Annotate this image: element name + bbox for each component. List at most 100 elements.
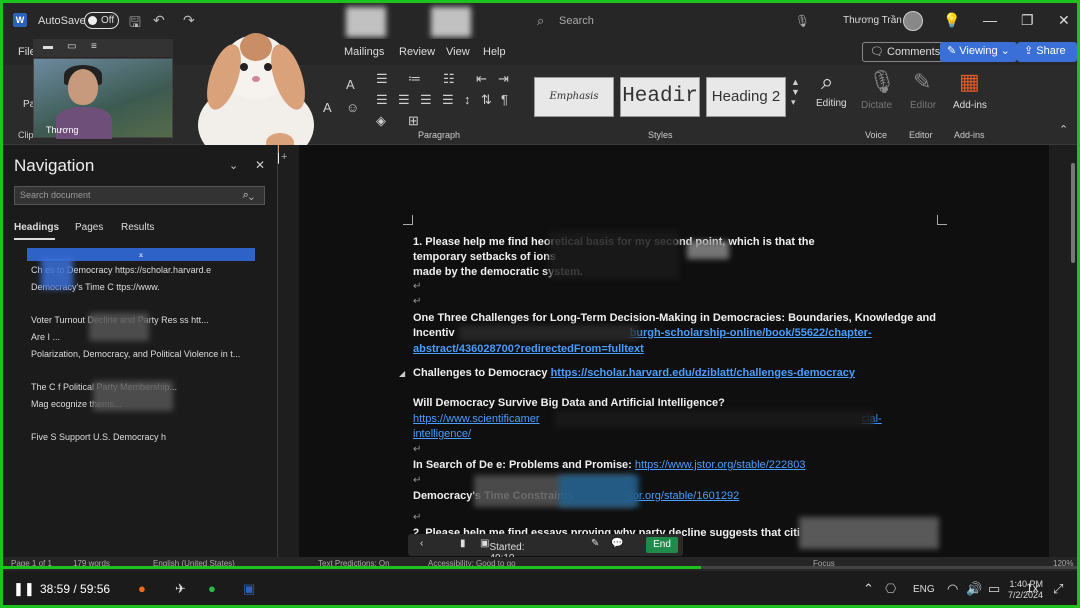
- video-progress-fill: [3, 566, 702, 569]
- video-progress-bar[interactable]: [3, 566, 1077, 569]
- doc-source2-link[interactable]: https://scholar.harvard.edu/dziblatt/cha…: [551, 367, 855, 379]
- comments-button[interactable]: 🗨 Comments: [862, 42, 949, 62]
- doc-source5-link[interactable]: jstor.org/stable/1601292: [622, 490, 739, 502]
- menu-mailings[interactable]: Mailings: [344, 46, 384, 58]
- shading-icon[interactable]: ◈: [376, 113, 386, 129]
- justify-icon[interactable]: ☰: [442, 92, 454, 108]
- align-left-icon[interactable]: ☰: [376, 92, 388, 108]
- dictate-label[interactable]: Dictate: [861, 100, 892, 111]
- close-icon[interactable]: ✕: [1058, 12, 1070, 29]
- device-icon[interactable]: ⎔: [885, 581, 896, 597]
- minimize-icon[interactable]: —: [983, 12, 997, 28]
- user-name[interactable]: Thương Trần: [843, 15, 902, 26]
- editor-pen-icon[interactable]: ✎: [913, 69, 931, 95]
- styles-scroll-icon[interactable]: ▲ ▼ ▾: [791, 77, 800, 108]
- multilevel-icon[interactable]: ☷: [443, 71, 455, 87]
- add-icon[interactable]: +: [281, 151, 287, 163]
- pilcrow-icon[interactable]: ¶: [501, 92, 508, 107]
- doc-source3-link[interactable]: https://www.scientificamer: [413, 413, 540, 425]
- webcam-toolbar: ▬ ▭ ≡: [33, 39, 173, 57]
- word-taskbar-icon[interactable]: ▣: [243, 581, 255, 597]
- menu-view[interactable]: View: [446, 46, 470, 58]
- doc-source4-link[interactable]: https://www.jstor.org/stable/222803: [635, 459, 806, 471]
- menu-icon[interactable]: ≡: [91, 41, 97, 52]
- style-heading-1[interactable]: Headir: [620, 77, 700, 117]
- window-icon[interactable]: ▭: [67, 41, 76, 52]
- addins-grid-icon[interactable]: ▦: [959, 69, 980, 95]
- doc-source1-text: Incentiv: [413, 327, 455, 339]
- collapse-triangle-icon[interactable]: ◢: [399, 369, 405, 378]
- share-button[interactable]: ⇪ Share ⌄: [1017, 42, 1077, 75]
- search-box[interactable]: ⌕ Search 🎙: [529, 10, 814, 32]
- nav-search-placeholder: Search document: [20, 190, 91, 200]
- wechat-icon[interactable]: ●: [208, 581, 216, 596]
- align-right-icon[interactable]: ☰: [420, 92, 432, 108]
- comments-label: Comments: [887, 46, 941, 58]
- find-icon[interactable]: ⌕: [821, 69, 833, 95]
- emoji-icon[interactable]: ☺: [346, 100, 359, 115]
- signal-icon: ▮: [460, 538, 466, 549]
- save-icon[interactable]: 🖫: [129, 12, 141, 36]
- microphone-icon[interactable]: 🎙: [795, 10, 810, 32]
- document-page[interactable]: 1. Please help me find heoretical basis …: [299, 145, 1049, 557]
- nav-search-input[interactable]: Search document ⌕⌄: [14, 186, 265, 205]
- annotate-icon[interactable]: ✎: [591, 538, 599, 549]
- restore-icon[interactable]: ❐: [1021, 12, 1034, 29]
- system-clock[interactable]: 1:40 PM 7/2/2024: [1008, 579, 1043, 601]
- line-spacing-icon[interactable]: ↕: [464, 92, 471, 107]
- editor-label[interactable]: Editor: [910, 100, 936, 111]
- viewing-button[interactable]: ✎ Viewing ⌄: [940, 42, 1017, 62]
- collapse-ribbon-icon[interactable]: ⌃: [1059, 123, 1068, 136]
- paragraph-mark: ↵: [413, 296, 422, 307]
- menu-help[interactable]: Help: [483, 46, 506, 58]
- close-icon[interactable]: ✕: [255, 158, 265, 172]
- addins-label[interactable]: Add-ins: [953, 100, 987, 111]
- increase-indent-icon[interactable]: ⇥: [498, 71, 509, 87]
- numbering-icon[interactable]: ≔: [408, 71, 421, 87]
- input-language[interactable]: ENG: [913, 584, 935, 595]
- scroll-thumb[interactable]: [1071, 163, 1075, 263]
- style-emphasis[interactable]: Emphasis: [534, 77, 614, 117]
- search-icon[interactable]: ⌕⌄: [243, 187, 254, 204]
- avatar[interactable]: [903, 11, 923, 31]
- share-label: Share: [1036, 45, 1066, 57]
- tab-pages[interactable]: Pages: [75, 222, 103, 233]
- decrease-indent-icon[interactable]: ⇤: [476, 71, 487, 87]
- tab-headings[interactable]: Headings: [14, 222, 59, 233]
- sort-icon[interactable]: ⇅: [481, 92, 492, 108]
- doc-source3-link2[interactable]: intelligence/: [413, 428, 471, 440]
- vertical-scrollbar[interactable]: [1071, 153, 1075, 548]
- chevron-left-icon[interactable]: ‹: [420, 538, 423, 549]
- tab-results[interactable]: Results: [121, 222, 154, 233]
- chat-icon[interactable]: 💬: [611, 538, 623, 549]
- bullets-icon[interactable]: ☰: [376, 71, 388, 87]
- end-button[interactable]: End: [646, 537, 678, 553]
- battery-icon[interactable]: ▭: [988, 581, 1000, 597]
- lightbulb-icon[interactable]: 💡: [943, 12, 960, 29]
- fullscreen-icon[interactable]: ⤢: [1053, 581, 1063, 597]
- doc-source1-link[interactable]: burgh-scholarship-online/book/55622/chap…: [630, 327, 872, 339]
- heading-item[interactable]: Five S Support U.S. Democracy h: [31, 432, 256, 442]
- highlight-icon[interactable]: A: [323, 100, 332, 115]
- taskbar: ❚❚ 38:59 / 59:56 ● ✈ ● ▣ ⌃ ⎔ ENG ◠ 🔊 ▭ 1…: [3, 571, 1077, 605]
- borders-icon[interactable]: ⊞: [408, 113, 419, 129]
- minimize-icon[interactable]: ▬: [43, 41, 53, 52]
- firefox-icon[interactable]: ●: [138, 581, 146, 596]
- editing-label[interactable]: Editing: [816, 98, 847, 109]
- chevron-down-icon[interactable]: ⌄: [229, 159, 238, 172]
- autosave-toggle[interactable]: Off: [84, 12, 119, 29]
- heading-item[interactable]: Polarization, Democracy, and Political V…: [31, 349, 256, 359]
- pause-icon[interactable]: ❚❚: [13, 581, 35, 597]
- doc-source1-link-cont[interactable]: abstract/436028700?redirectedFrom=fullte…: [413, 343, 644, 355]
- microphone-icon[interactable]: 🎙: [868, 69, 896, 95]
- volume-icon[interactable]: 🔊: [966, 581, 982, 597]
- wifi-icon[interactable]: ◠: [947, 581, 958, 597]
- align-center-icon[interactable]: ☰: [398, 92, 410, 108]
- menu-review[interactable]: Review: [399, 46, 435, 58]
- chevron-up-icon[interactable]: ⌃: [863, 581, 874, 597]
- style-heading-2[interactable]: Heading 2: [706, 77, 786, 117]
- app-icon[interactable]: ✈: [175, 581, 186, 597]
- undo-icon[interactable]: ↶: [153, 12, 165, 29]
- font-color-icon[interactable]: A: [346, 77, 355, 92]
- redacted-block: [549, 231, 679, 279]
